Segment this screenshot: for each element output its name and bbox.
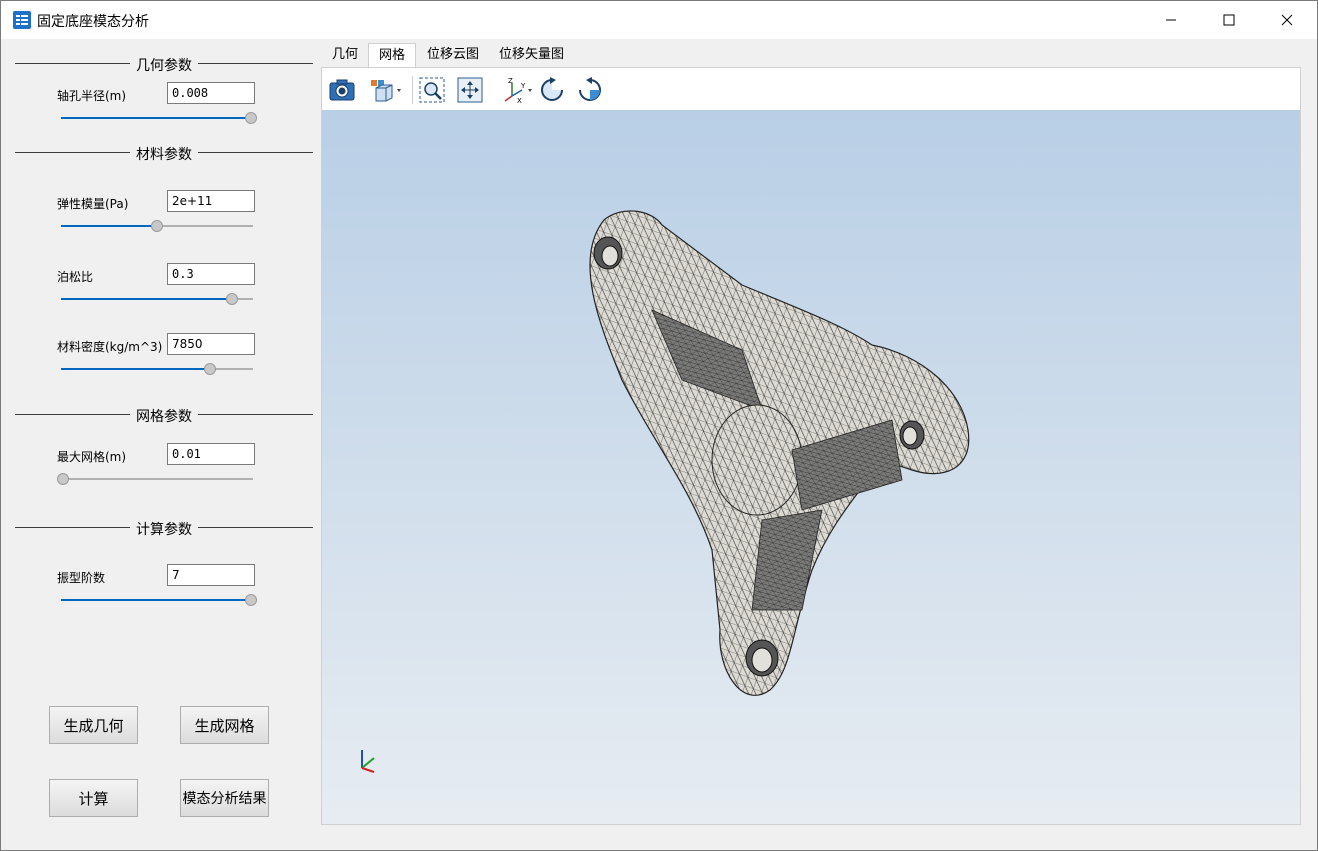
max-mesh-slider[interactable]	[57, 472, 253, 486]
svg-text:Z: Z	[508, 77, 513, 85]
title-bar: 固定底座模态分析	[1, 1, 1317, 39]
material-group-header: 材料参数	[15, 142, 313, 163]
tab-displacement-contour[interactable]: 位移云图	[417, 43, 489, 67]
main-window: 固定底座模态分析 几何参数 轴孔半径(m) 0.008 材料参数 弹性模量(Pa…	[0, 0, 1318, 851]
view-panel: Z Y X	[321, 67, 1301, 825]
close-button[interactable]	[1258, 1, 1316, 39]
orientation-triad	[361, 750, 375, 773]
generate-mesh-button[interactable]: 生成网格	[180, 706, 269, 744]
tab-displacement-vector[interactable]: 位移矢量图	[489, 43, 574, 67]
mode-order-slider[interactable]	[61, 593, 257, 607]
geometry-group-header: 几何参数	[15, 53, 313, 74]
poisson-ratio-slider[interactable]	[61, 292, 253, 306]
maximize-icon	[1223, 14, 1235, 26]
density-slider[interactable]	[61, 362, 253, 376]
camera-icon[interactable]	[328, 76, 356, 104]
mode-order-input[interactable]: 7	[167, 564, 255, 586]
max-mesh-label: 最大网格(m)	[57, 450, 127, 464]
mesh-model-render	[361, 210, 970, 773]
shaft-radius-label: 轴孔半径(m)	[57, 89, 127, 103]
modal-results-button[interactable]: 模态分析结果	[180, 779, 269, 817]
group-title: 计算参数	[130, 522, 198, 538]
toolbar-separator	[412, 76, 413, 104]
axes-icon[interactable]: Z Y X	[500, 76, 534, 104]
shaft-radius-slider[interactable]	[61, 111, 257, 125]
elastic-modulus-label: 弹性模量(Pa)	[57, 197, 129, 211]
zoom-box-icon[interactable]	[418, 76, 446, 104]
density-input[interactable]: 7850	[167, 333, 255, 355]
tab-geometry[interactable]: 几何	[322, 43, 368, 67]
view-cube-icon[interactable]	[368, 76, 404, 104]
generate-geometry-button[interactable]: 生成几何	[49, 706, 138, 744]
minimize-icon	[1166, 19, 1176, 21]
poisson-ratio-input[interactable]: 0.3	[167, 263, 255, 285]
close-icon	[1281, 14, 1293, 26]
group-title: 材料参数	[130, 147, 198, 163]
window-title: 固定底座模态分析	[37, 14, 149, 30]
svg-text:Y: Y	[520, 82, 526, 90]
compute-group-header: 计算参数	[15, 517, 313, 538]
minimize-button[interactable]	[1142, 1, 1200, 39]
group-title: 几何参数	[130, 58, 198, 74]
poisson-ratio-label: 泊松比	[57, 270, 94, 284]
max-mesh-input[interactable]: 0.01	[167, 443, 255, 465]
rotate-ccw-icon[interactable]	[576, 76, 604, 104]
svg-text:X: X	[517, 97, 522, 104]
rotate-cw-icon[interactable]	[538, 76, 566, 104]
tab-mesh[interactable]: 网格	[368, 43, 417, 67]
compute-button[interactable]: 计算	[49, 779, 138, 817]
mesh-group-header: 网格参数	[15, 404, 313, 425]
app-table-icon	[13, 11, 31, 29]
elastic-modulus-input[interactable]: 2e+11	[167, 190, 255, 212]
maximize-button[interactable]	[1200, 1, 1258, 39]
group-title: 网格参数	[130, 409, 198, 425]
mode-order-label: 振型阶数	[57, 571, 106, 585]
3d-viewport[interactable]	[322, 110, 1300, 824]
density-label: 材料密度(kg/m^3)	[57, 340, 163, 354]
view-toolbar: Z Y X	[322, 68, 1300, 110]
fit-all-icon[interactable]	[456, 76, 484, 104]
elastic-modulus-slider[interactable]	[61, 219, 253, 233]
shaft-radius-input[interactable]: 0.008	[167, 82, 255, 104]
